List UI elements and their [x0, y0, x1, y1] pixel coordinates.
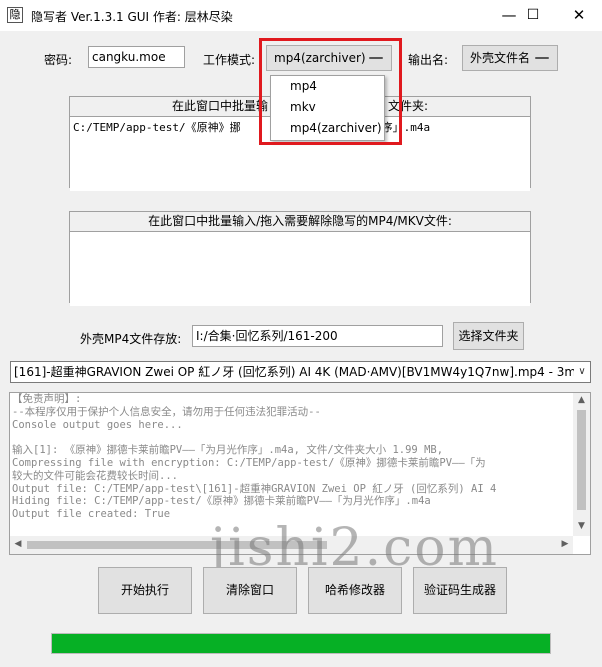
- console-vertical-scrollbar[interactable]: ▲ ▼: [573, 393, 590, 536]
- output-name-select[interactable]: 外壳文件名: [462, 45, 558, 71]
- console-line: 【免责声明】:: [12, 393, 82, 405]
- console-line: 输入[1]: 《原神》挪德卡莱前瞻PV——「为月光作序」.m4a, 文件/文件夹…: [12, 444, 444, 457]
- console-line: --本程序仅用于保护个人信息安全，请勿用于任何违法犯罪活动--: [12, 405, 321, 418]
- unhide-files-header: 在此窗口中批量输入/拖入需要解除隐写的MP4/MKV文件:: [70, 212, 530, 232]
- menu-indicator-icon: [535, 57, 549, 59]
- scroll-up-icon[interactable]: ▲: [573, 395, 590, 405]
- unhide-files-frame: 在此窗口中批量输入/拖入需要解除隐写的MP4/MKV文件:: [69, 211, 531, 306]
- scroll-right-icon[interactable]: ▶: [559, 539, 571, 549]
- annotation-highlight-box: [259, 38, 402, 145]
- console-line: Console output goes here...: [12, 418, 183, 431]
- captcha-generator-button[interactable]: 验证码生成器: [413, 567, 507, 614]
- scroll-down-icon[interactable]: ▼: [573, 521, 590, 531]
- window-title: 隐写者 Ver.1.3.1 GUI 作者: 层林尽染: [31, 10, 233, 24]
- console-line: Output file: C:/TEMP/app-test\[161]-超重神G…: [12, 482, 497, 495]
- hide-path-left: C:/TEMP/app-test/《原神》挪: [73, 121, 241, 134]
- progress-fill: [52, 634, 550, 653]
- console-line: 较大的文件可能会花费较长时间...: [12, 469, 178, 482]
- shell-folder-label: 外壳MP4文件存放:: [80, 332, 182, 346]
- choose-folder-button[interactable]: 选择文件夹: [453, 322, 524, 350]
- unhide-files-input[interactable]: [70, 232, 530, 306]
- console-line: Compressing file with encryption: C:/TEM…: [12, 456, 486, 469]
- mode-label: 工作模式:: [203, 53, 256, 67]
- title-bar: 隐 隐写者 Ver.1.3.1 GUI 作者: 层林尽染 — ☐ ✕: [0, 0, 602, 31]
- close-icon[interactable]: ✕: [556, 0, 602, 31]
- output-name-value: 外壳文件名: [470, 51, 531, 65]
- shell-folder-input[interactable]: I:/合集·回忆系列/161-200: [192, 325, 443, 347]
- scroll-left-icon[interactable]: ◀: [12, 539, 24, 549]
- output-name-label: 输出名:: [408, 53, 449, 67]
- vertical-scroll-thumb[interactable]: [577, 410, 586, 510]
- password-label: 密码:: [44, 53, 73, 67]
- hide-header-left: 在此窗口中批量输: [171, 99, 268, 113]
- app-icon: 隐: [7, 7, 23, 23]
- shell-file-value: [161]-超重神GRAVION Zwei OP 紅ノ牙 (回忆系列) AI 4…: [14, 365, 591, 379]
- start-button[interactable]: 开始执行: [98, 567, 192, 614]
- progress-bar: [51, 633, 551, 654]
- chevron-down-icon[interactable]: ∨: [574, 362, 590, 382]
- password-input[interactable]: cangku.moe: [88, 46, 185, 68]
- hash-modifier-button[interactable]: 哈希修改器: [308, 567, 402, 614]
- console-text: 【免责声明】: --本程序仅用于保护个人信息安全，请勿用于任何违法犯罪活动-- Co…: [12, 393, 572, 533]
- shell-file-combobox[interactable]: [161]-超重神GRAVION Zwei OP 紅ノ牙 (回忆系列) AI 4…: [10, 361, 591, 383]
- clear-window-button[interactable]: 清除窗口: [203, 567, 297, 614]
- maximize-icon[interactable]: ☐: [510, 0, 556, 31]
- console-line: Hiding file: C:/TEMP/app-test/《原神》挪德卡莱前瞻…: [12, 495, 431, 508]
